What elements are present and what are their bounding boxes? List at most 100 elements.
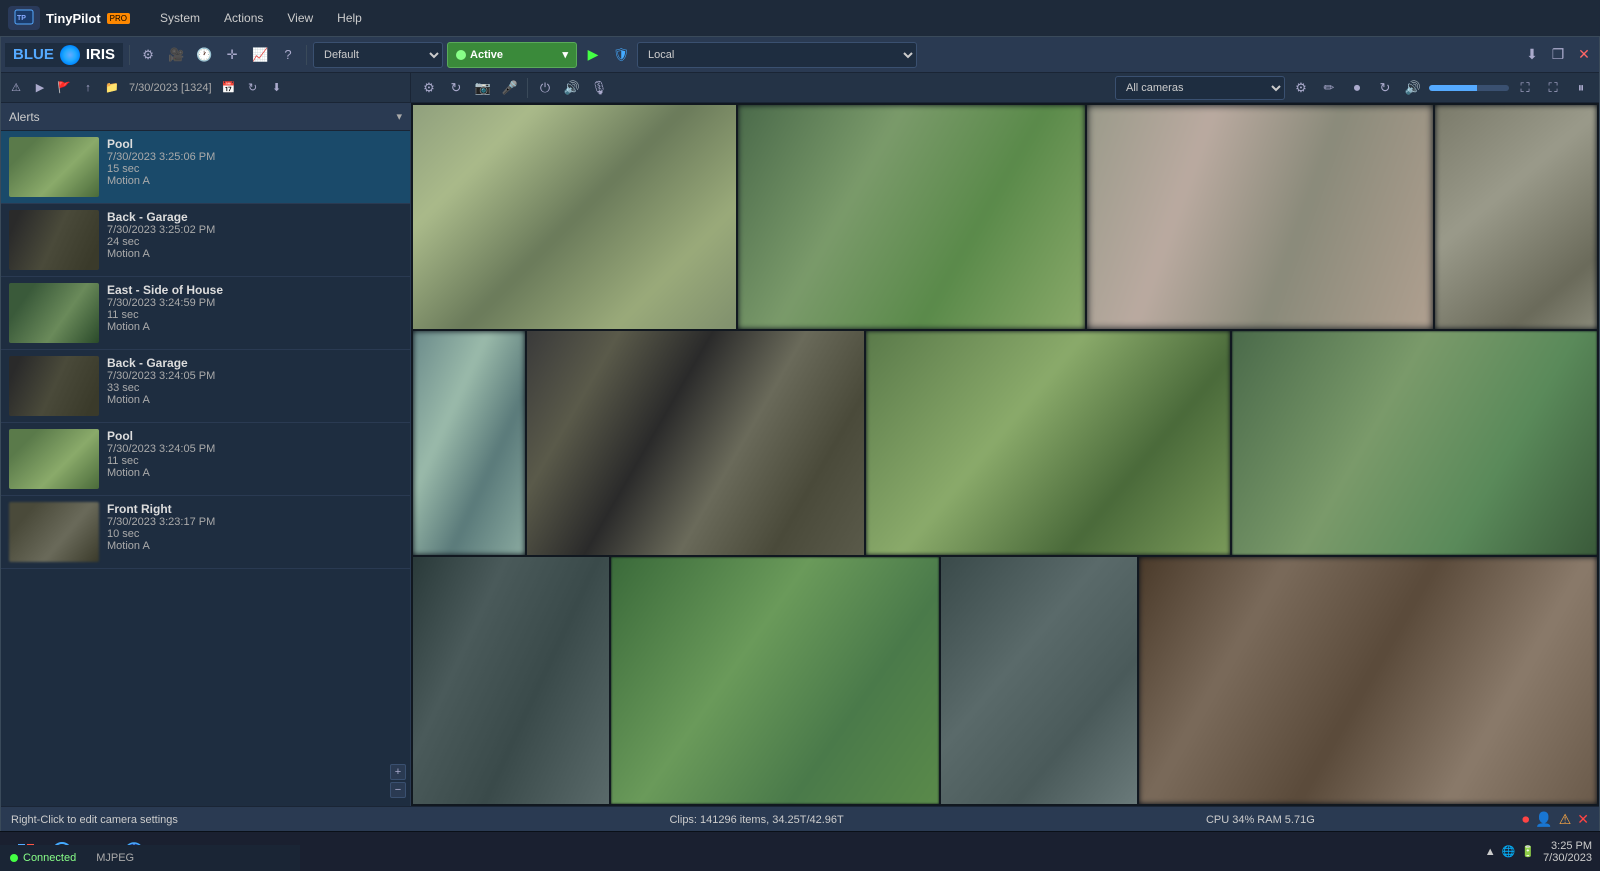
alert-info-garage2: Back - Garage 7/30/2023 3:24:05 PM 33 se… [107, 356, 402, 406]
alert-filter-btn[interactable]: ⚠ [5, 77, 27, 99]
menu-actions[interactable]: Actions [214, 7, 273, 29]
camera-cell-4[interactable] [1435, 105, 1597, 329]
cam-config-btn[interactable]: ⚙ [1289, 76, 1313, 100]
sep1 [129, 45, 130, 65]
status-tip: Right-Click to edit camera settings [11, 814, 495, 826]
graphs-btn[interactable]: 📈 [248, 43, 272, 67]
status-active-btn[interactable]: Active ▾ [447, 42, 577, 68]
camera-row-3 [413, 557, 1597, 804]
cam-vol-btn[interactable]: 🔊 [1401, 76, 1425, 100]
cam-settings-btn[interactable]: ⚙ [417, 76, 441, 100]
camera-cell-5[interactable] [413, 331, 525, 555]
close-btn[interactable]: ✕ [1573, 44, 1595, 66]
app-window: BLUE IRIS ⚙ 🎥 🕐 ✛ 📈 ? Default Active ▾ ▶… [0, 36, 1600, 871]
alert-flag-btn[interactable]: 🚩 [53, 77, 75, 99]
camera-cell-7[interactable] [866, 331, 1231, 555]
alert-dur: 33 sec [107, 382, 402, 394]
camera-cell-1[interactable] [413, 105, 736, 329]
cam-record-btn[interactable]: ⏺ [1345, 76, 1369, 100]
alert-item-east1[interactable]: East - Side of House 7/30/2023 3:24:59 P… [1, 277, 410, 350]
cam-speaker-btn[interactable]: 🔊 [560, 76, 584, 100]
cameras-btn[interactable]: 🎥 [164, 43, 188, 67]
connected-status: Connected [10, 852, 76, 864]
restore-btn[interactable]: ❐ [1547, 44, 1569, 66]
bi-blue: BLUE [13, 46, 54, 63]
camera-cell-12[interactable] [1139, 557, 1597, 804]
cam-mic-btn[interactable]: 🎤 [498, 76, 522, 100]
svg-text:TP: TP [17, 15, 26, 22]
error-icon: ✕ [1577, 811, 1589, 828]
alert-play-btn[interactable]: ▶ [29, 77, 51, 99]
warning-icon: ⚠ [1559, 811, 1572, 828]
ptz-btn[interactable]: ✛ [220, 43, 244, 67]
zoom-out-btn[interactable]: − [390, 782, 406, 798]
download-btn[interactable]: ⬇ [1521, 44, 1543, 66]
menu-help[interactable]: Help [327, 7, 372, 29]
camera-cell-10[interactable] [611, 557, 938, 804]
zoom-in-btn[interactable]: + [390, 764, 406, 780]
alert-export-btn[interactable]: ↑ [77, 77, 99, 99]
menu-view[interactable]: View [277, 7, 323, 29]
help-btn[interactable]: ? [276, 43, 300, 67]
cam-refresh-btn[interactable]: ↻ [444, 76, 468, 100]
settings-btn[interactable]: ⚙ [136, 43, 160, 67]
record-icon: ⏺ [1522, 811, 1529, 828]
app-toolbar: BLUE IRIS ⚙ 🎥 🕐 ✛ 📈 ? Default Active ▾ ▶… [1, 37, 1599, 73]
alert-item-frontright[interactable]: Front Right 7/30/2023 3:23:17 PM 10 sec … [1, 496, 410, 569]
cam-reload-btn[interactable]: ↻ [1373, 76, 1397, 100]
cam-fullscreen-btn[interactable]: ⛶ [1541, 76, 1565, 100]
alert-item-pool2[interactable]: Pool 7/30/2023 3:24:05 PM 11 sec Motion … [1, 423, 410, 496]
camera-cell-9[interactable] [413, 557, 609, 804]
camera-cell-3[interactable] [1087, 105, 1433, 329]
alert-info-garage1: Back - Garage 7/30/2023 3:25:02 PM 24 se… [107, 210, 402, 260]
location-select[interactable]: Local [637, 42, 917, 68]
menu-system[interactable]: System [150, 7, 210, 29]
system-tray: ▲ 🌐 🔋 [1485, 845, 1535, 858]
download2-btn[interactable]: ⬇ [266, 77, 288, 99]
cam-power-btn[interactable]: ⏻ [533, 76, 557, 100]
connected-dot [10, 854, 18, 862]
zoom-controls: + − [1, 756, 410, 806]
alert-name: Front Right [107, 502, 402, 516]
bi-logo: BLUE IRIS [5, 43, 123, 67]
cam-pause-btn[interactable]: ⏸ [1569, 76, 1593, 100]
volume-slider[interactable] [1429, 85, 1509, 91]
cam-video-btn[interactable]: 📷 [471, 76, 495, 100]
schedule-btn[interactable]: 🕐 [192, 43, 216, 67]
cam-edit-btn[interactable]: ✏ [1317, 76, 1341, 100]
alert-info-pool2: Pool 7/30/2023 3:24:05 PM 11 sec Motion … [107, 429, 402, 479]
tray-arrow[interactable]: ▲ [1485, 846, 1496, 858]
camera-toolbar: ⚙ ↻ 📷 🎤 ⏻ 🔊 🎙 All cameras ⚙ ✏ ⏺ ↻ 🔊 ⛶ ⛶ … [411, 73, 1599, 102]
play-btn[interactable]: ▶ [581, 43, 605, 67]
alerts-dropdown[interactable]: ▾ [396, 110, 402, 123]
alert-motion: Motion A [107, 248, 402, 260]
alert-item-garage2[interactable]: Back - Garage 7/30/2023 3:24:05 PM 33 se… [1, 350, 410, 423]
alerts-list: Pool 7/30/2023 3:25:06 PM 15 sec Motion … [1, 131, 410, 756]
alert-item-pool1[interactable]: Pool 7/30/2023 3:25:06 PM 15 sec Motion … [1, 131, 410, 204]
status-system: CPU 34% RAM 5.71G [1019, 814, 1503, 826]
camera-cell-11[interactable] [941, 557, 1137, 804]
bi-iris-icon [60, 45, 80, 65]
cam-mic2-btn[interactable]: 🎙 [587, 76, 611, 100]
left-alert-toolbar: ⚠ ▶ 🚩 ↑ 📁 7/30/2023 [1324] 📅 ↻ ⬇ [1, 73, 411, 102]
cam-maximize-btn[interactable]: ⛶ [1513, 76, 1537, 100]
camera-cell-2[interactable] [738, 105, 1084, 329]
camera-cell-6[interactable] [527, 331, 864, 555]
alert-date: 7/30/2023 3:24:59 PM [107, 297, 402, 309]
status-icons: ⏺ 👤 ⚠ ✕ [1522, 811, 1589, 828]
alert-dur: 10 sec [107, 528, 402, 540]
profile-select[interactable]: Default [313, 42, 443, 68]
alert-name: Back - Garage [107, 210, 402, 224]
camera-right-tools: All cameras ⚙ ✏ ⏺ ↻ 🔊 ⛶ ⛶ ⏸ [1115, 76, 1593, 100]
camera-filter-select[interactable]: All cameras [1115, 76, 1285, 100]
titlebar: TP TinyPilot PRO System Actions View Hel… [0, 0, 1600, 36]
pro-badge: PRO [107, 13, 130, 24]
camera-cell-8[interactable] [1232, 331, 1597, 555]
alert-item-garage1[interactable]: Back - Garage 7/30/2023 3:25:02 PM 24 se… [1, 204, 410, 277]
alert-name: Pool [107, 429, 402, 443]
alert-folder-btn[interactable]: 📁 [101, 77, 123, 99]
refresh-btn[interactable]: ↻ [242, 77, 264, 99]
calendar-btn[interactable]: 📅 [218, 77, 240, 99]
alert-thumb-east1 [9, 283, 99, 343]
shield-btn[interactable]: 🛡 [609, 43, 633, 67]
